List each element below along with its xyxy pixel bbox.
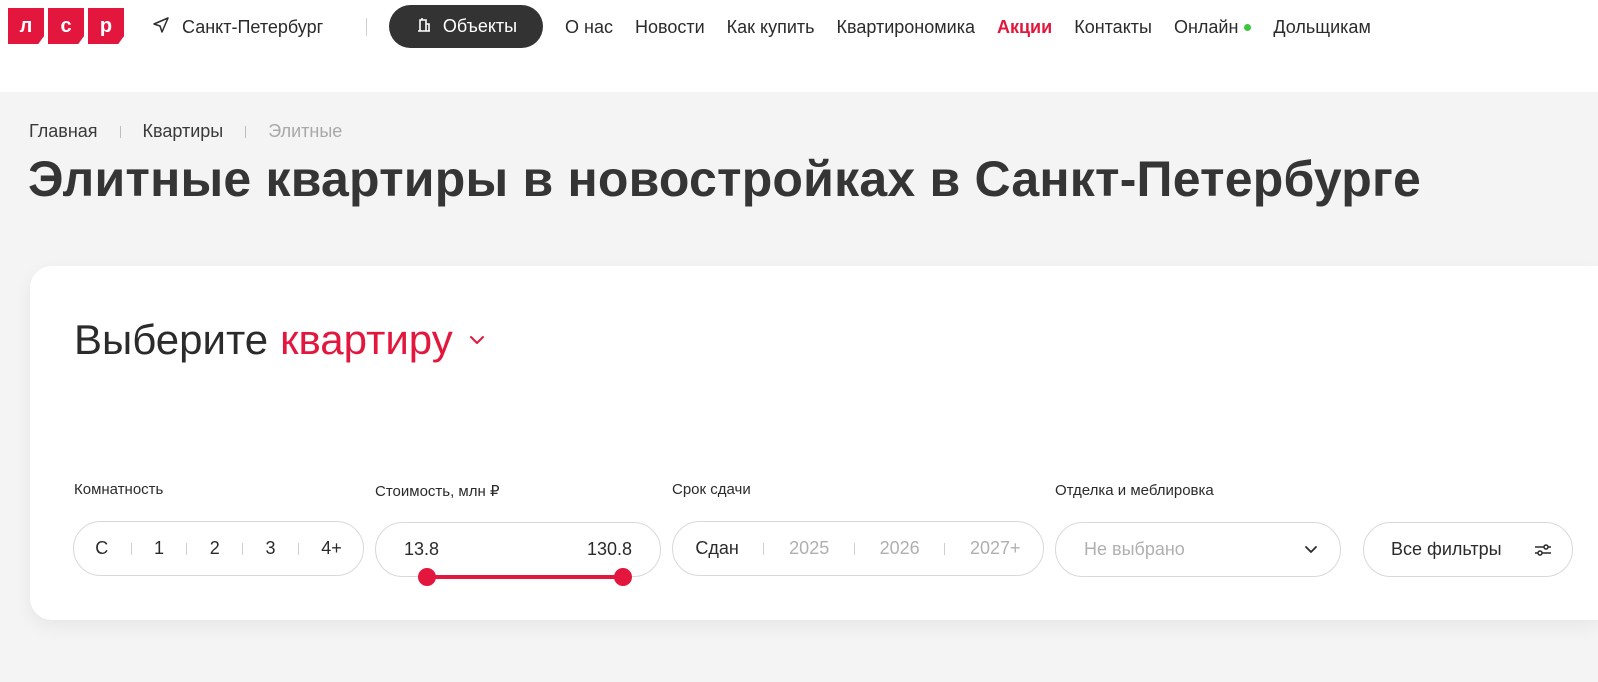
lsr-logo[interactable]: л с р bbox=[8, 8, 124, 44]
chevron-down-icon bbox=[1304, 545, 1318, 554]
all-filters-button[interactable]: Все фильтры bbox=[1363, 522, 1573, 577]
nav-item-promotions[interactable]: Акции bbox=[997, 17, 1052, 38]
city-selector[interactable]: Санкт-Петербург bbox=[152, 14, 323, 40]
selector-title: Выберите квартиру bbox=[74, 316, 485, 364]
logo-tile: с bbox=[48, 8, 84, 44]
nav-item-contacts[interactable]: Контакты bbox=[1074, 17, 1152, 38]
selector-title-prefix: Выберите bbox=[74, 316, 269, 363]
building-icon bbox=[415, 15, 433, 38]
price-max-handle[interactable] bbox=[614, 568, 632, 586]
rooms-label: Комнатность bbox=[74, 481, 164, 498]
all-filters-label: Все фильтры bbox=[1391, 539, 1502, 559]
option-divider bbox=[242, 542, 244, 555]
online-status-dot bbox=[1244, 24, 1252, 32]
finish-select-placeholder: Не выбрано bbox=[1084, 539, 1185, 559]
option-divider bbox=[944, 542, 946, 555]
breadcrumb-apartments[interactable]: Квартиры bbox=[143, 121, 224, 142]
option-divider bbox=[763, 542, 765, 555]
logo-tile: л bbox=[8, 8, 44, 44]
price-min-handle[interactable] bbox=[418, 568, 436, 586]
deadline-label: Срок сдачи bbox=[672, 481, 751, 498]
header-divider bbox=[366, 18, 367, 36]
finish-select[interactable]: Не выбрано bbox=[1055, 522, 1341, 577]
rooms-option-studio[interactable]: С bbox=[95, 538, 108, 559]
main-nav: О нас Новости Как купить Квартирономика … bbox=[565, 14, 1371, 40]
finish-label: Отделка и меблировка bbox=[1055, 482, 1214, 499]
nav-item-about[interactable]: О нас bbox=[565, 17, 613, 38]
deadline-selector: Сдан 2025 2026 2027+ bbox=[672, 521, 1044, 576]
property-type-dropdown[interactable]: квартиру bbox=[280, 316, 453, 364]
sliders-icon bbox=[1534, 543, 1552, 557]
nav-item-online[interactable]: Онлайн bbox=[1173, 16, 1252, 38]
option-divider bbox=[186, 542, 188, 555]
deadline-option-2027plus[interactable]: 2027+ bbox=[970, 538, 1021, 559]
page-title: Элитные квартиры в новостройках в Санкт-… bbox=[28, 151, 1422, 207]
location-arrow-icon bbox=[152, 16, 170, 39]
apartment-filter-card: Выберите квартиру Комнатность С 1 2 3 4+… bbox=[30, 266, 1598, 620]
objects-button-label: Объекты bbox=[442, 16, 518, 36]
nav-item-shareholders[interactable]: Дольщикам bbox=[1273, 17, 1370, 38]
rooms-option-1[interactable]: 1 bbox=[154, 538, 164, 559]
city-label: Санкт-Петербург bbox=[182, 16, 324, 37]
nav-item-kvartironomika[interactable]: Квартирономика bbox=[837, 17, 975, 38]
objects-button[interactable]: Объекты bbox=[389, 5, 543, 48]
price-label: Стоимость, млн ₽ bbox=[375, 483, 500, 500]
price-slider-track[interactable] bbox=[427, 575, 623, 579]
rooms-option-2[interactable]: 2 bbox=[210, 538, 220, 559]
rooms-selector: С 1 2 3 4+ bbox=[73, 521, 364, 576]
nav-item-news[interactable]: Новости bbox=[635, 17, 705, 38]
deadline-option-done[interactable]: Сдан bbox=[695, 538, 738, 559]
option-divider bbox=[853, 542, 855, 555]
rooms-option-3[interactable]: 3 bbox=[265, 538, 275, 559]
nav-item-how-to-buy[interactable]: Как купить bbox=[727, 17, 815, 38]
site-header: л с р Санкт-Петербург Объекты О нас Ново… bbox=[0, 0, 1598, 92]
price-range: 13.8 130.8 bbox=[375, 522, 661, 586]
rooms-option-4plus[interactable]: 4+ bbox=[321, 538, 342, 559]
breadcrumb-current: Элитные bbox=[268, 121, 343, 141]
nav-item-online-label: Онлайн bbox=[1173, 16, 1239, 37]
breadcrumb-separator bbox=[119, 125, 121, 138]
option-divider bbox=[130, 542, 132, 555]
option-divider bbox=[297, 542, 299, 555]
logo-tile: р bbox=[88, 8, 124, 44]
breadcrumb-home[interactable]: Главная bbox=[29, 121, 98, 142]
breadcrumb: Главная Квартиры Элитные bbox=[29, 121, 342, 142]
price-min-value[interactable]: 13.8 bbox=[404, 539, 439, 560]
breadcrumb-separator bbox=[245, 125, 247, 138]
chevron-down-icon[interactable] bbox=[469, 335, 485, 345]
deadline-option-2025[interactable]: 2025 bbox=[789, 538, 829, 559]
deadline-option-2026[interactable]: 2026 bbox=[880, 538, 920, 559]
price-max-value[interactable]: 130.8 bbox=[587, 539, 632, 560]
